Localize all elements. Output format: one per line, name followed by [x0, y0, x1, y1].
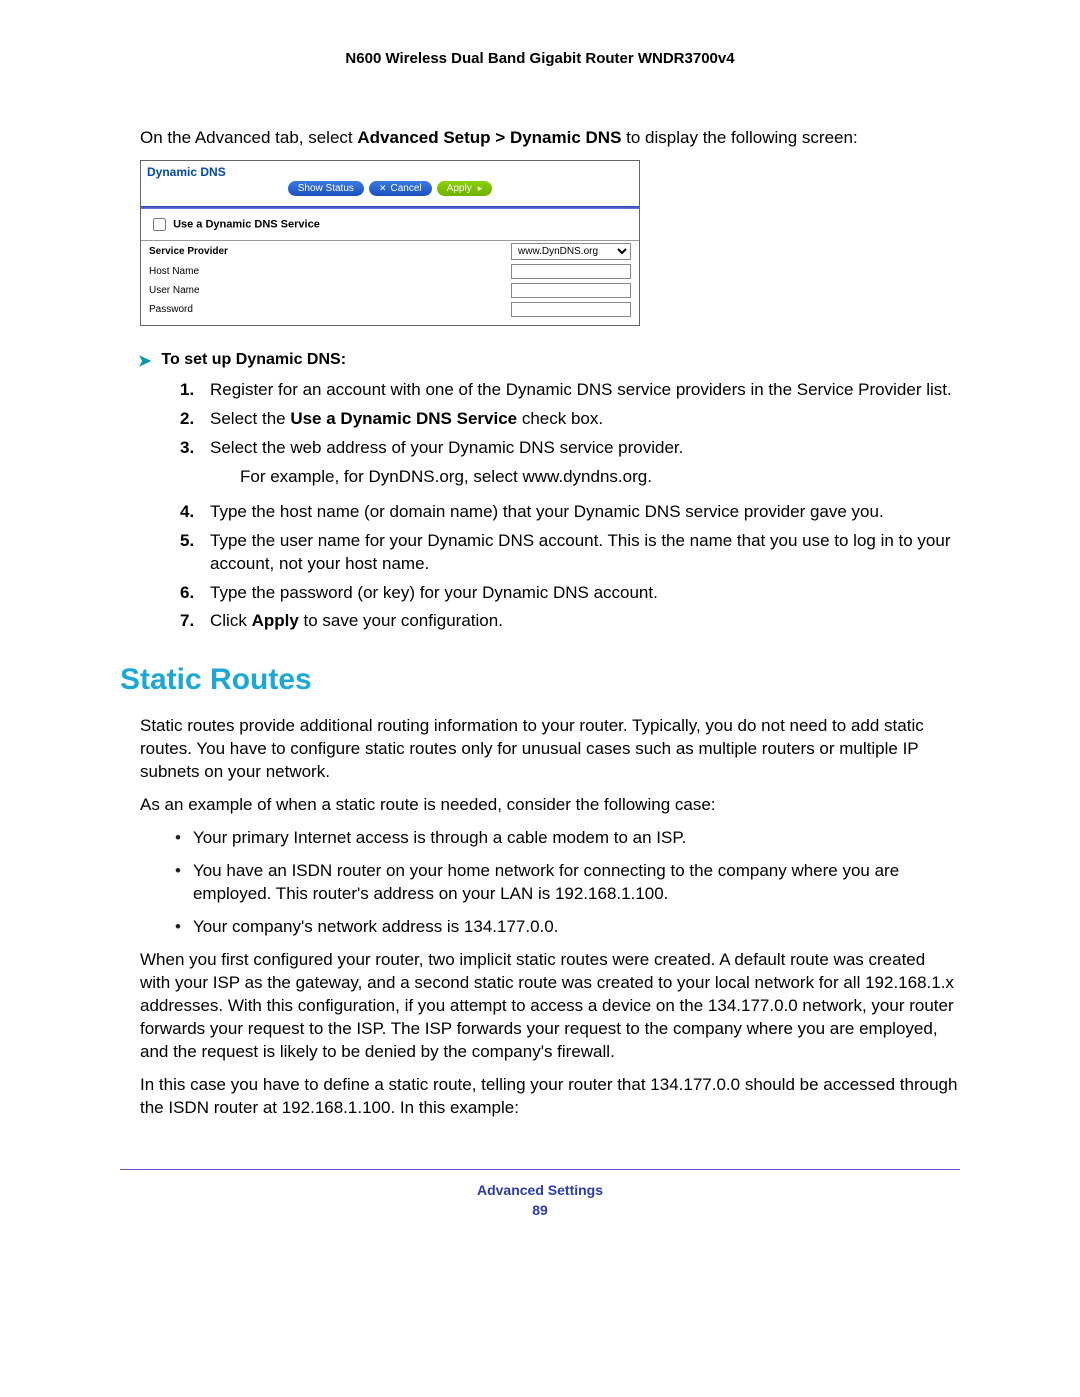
step-item: 3. Select the web address of your Dynami… [180, 437, 960, 495]
cancel-button[interactable]: Cancel [369, 181, 432, 196]
intro-bold: Advanced Setup > Dynamic DNS [357, 128, 621, 147]
apply-button[interactable]: Apply [437, 181, 493, 196]
page-footer: Advanced Settings 89 [120, 1182, 960, 1218]
static-para-1: Static routes provide additional routing… [140, 715, 960, 784]
step-item: 2. Select the Use a Dynamic DNS Service … [180, 408, 960, 431]
step-text: Select the Use a Dynamic DNS Service che… [210, 408, 960, 431]
user-name-label: User Name [149, 285, 269, 296]
host-name-input[interactable] [511, 264, 631, 279]
use-service-row: Use a Dynamic DNS Service [141, 209, 639, 241]
static-para-3: When you first configured your router, t… [140, 949, 960, 1064]
step-item: 1. Register for an account with one of t… [180, 379, 960, 402]
step-text: Register for an account with one of the … [210, 379, 960, 402]
step-number: 3. [180, 437, 202, 495]
list-item: • Your primary Internet access is throug… [175, 827, 960, 850]
show-status-button[interactable]: Show Status [288, 181, 364, 196]
footer-section-name: Advanced Settings [120, 1182, 960, 1198]
step-number: 4. [180, 501, 202, 524]
bullet-icon: • [175, 916, 181, 939]
static-bullet-list: • Your primary Internet access is throug… [175, 827, 960, 939]
step-number: 7. [180, 610, 202, 633]
intro-post: to display the following screen: [621, 128, 857, 147]
step-item: 4. Type the host name (or domain name) t… [180, 501, 960, 524]
list-item: • You have an ISDN router on your home n… [175, 860, 960, 906]
step-number: 6. [180, 582, 202, 605]
footer-rule [120, 1169, 960, 1170]
use-service-label: Use a Dynamic DNS Service [173, 218, 320, 230]
howto-heading-row: ➤ To set up Dynamic DNS: [138, 351, 960, 371]
panel-button-row: Show Status Cancel Apply [147, 179, 633, 200]
service-provider-row: Service Provider www.DynDNS.org [141, 241, 639, 262]
static-para-2: As an example of when a static route is … [140, 794, 960, 817]
step-item: 6. Type the password (or key) for your D… [180, 582, 960, 605]
intro-paragraph: On the Advanced tab, select Advanced Set… [140, 127, 960, 150]
password-input[interactable] [511, 302, 631, 317]
step-text: Type the user name for your Dynamic DNS … [210, 530, 960, 576]
service-provider-label: Service Provider [149, 246, 269, 257]
use-service-checkbox[interactable] [153, 218, 166, 231]
intro-pre: On the Advanced tab, select [140, 128, 357, 147]
user-name-input[interactable] [511, 283, 631, 298]
step-subnote: For example, for DynDNS.org, select www.… [240, 466, 960, 489]
bullet-text: You have an ISDN router on your home net… [193, 860, 960, 906]
steps-list: 1. Register for an account with one of t… [120, 379, 960, 633]
host-name-row: Host Name [141, 262, 639, 281]
step-text: Click Apply to save your configuration. [210, 610, 960, 633]
step-item: 5. Type the user name for your Dynamic D… [180, 530, 960, 576]
page-title: N600 Wireless Dual Band Gigabit Router W… [120, 50, 960, 67]
bullet-text: Your primary Internet access is through … [193, 827, 960, 850]
howto-heading: To set up Dynamic DNS: [161, 351, 346, 369]
panel-title: Dynamic DNS [147, 165, 633, 179]
bullet-icon: • [175, 827, 181, 850]
chevron-right-icon: ➤ [138, 351, 151, 371]
bullet-text: Your company's network address is 134.17… [193, 916, 960, 939]
step-number: 5. [180, 530, 202, 576]
step-text: Select the web address of your Dynamic D… [210, 437, 960, 495]
bullet-icon: • [175, 860, 181, 906]
section-heading-static-routes: Static Routes [120, 663, 960, 697]
service-provider-select[interactable]: www.DynDNS.org [511, 243, 631, 260]
document-page: N600 Wireless Dual Band Gigabit Router W… [0, 0, 1080, 1397]
user-name-row: User Name [141, 281, 639, 300]
footer-page-number: 89 [120, 1202, 960, 1218]
static-para-4: In this case you have to define a static… [140, 1074, 960, 1120]
step-number: 1. [180, 379, 202, 402]
step-text: Type the host name (or domain name) that… [210, 501, 960, 524]
password-row: Password [141, 300, 639, 319]
step-item: 7. Click Apply to save your configuratio… [180, 610, 960, 633]
dynamic-dns-panel: Dynamic DNS Show Status Cancel Apply Use… [140, 160, 640, 326]
password-label: Password [149, 304, 269, 315]
step-number: 2. [180, 408, 202, 431]
list-item: • Your company's network address is 134.… [175, 916, 960, 939]
host-name-label: Host Name [149, 266, 269, 277]
step-text: Type the password (or key) for your Dyna… [210, 582, 960, 605]
